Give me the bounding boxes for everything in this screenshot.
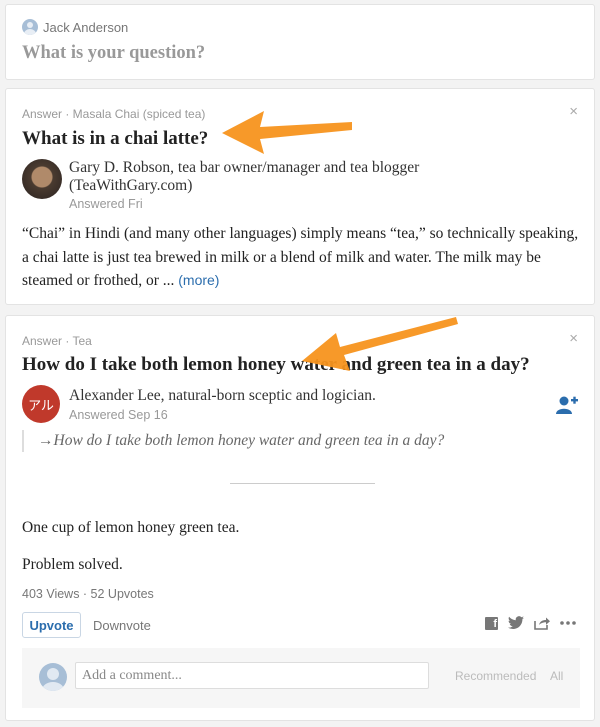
share-icon[interactable] (534, 616, 550, 630)
author-credential[interactable]: Gary D. Robson, tea bar owner/manager an… (69, 159, 489, 195)
user-avatar-icon (22, 19, 38, 35)
answer-paragraph: One cup of lemon honey green tea. (22, 519, 240, 536)
close-icon[interactable]: × (569, 330, 578, 347)
user-avatar-icon (39, 663, 67, 691)
author-avatar[interactable] (22, 159, 62, 199)
more-link[interactable]: (more) (178, 272, 219, 288)
comment-bar: Recommended All (22, 648, 580, 708)
answer-topic: Answer · Masala Chai (spiced tea) (22, 107, 206, 121)
asker-name: Jack Anderson (43, 19, 129, 35)
follow-user-icon[interactable] (556, 395, 578, 415)
question-input-prompt[interactable]: What is your question? (22, 43, 205, 64)
ask-question-box[interactable]: Jack Anderson What is your question? (5, 4, 595, 80)
comment-input[interactable] (75, 662, 429, 689)
sort-recommended[interactable]: Recommended (455, 669, 536, 683)
quoted-question[interactable]: →How do I take both lemon honey water an… (22, 430, 444, 452)
author-avatar[interactable]: アル (22, 385, 60, 423)
answered-date: Answered Fri (69, 197, 143, 211)
share-actions: f (485, 616, 576, 630)
facebook-icon[interactable]: f (485, 616, 498, 630)
answered-date: Answered Sep 16 (69, 408, 168, 422)
sort-all[interactable]: All (550, 669, 563, 683)
twitter-icon[interactable] (508, 616, 524, 630)
answer-card: Answer · Masala Chai (spiced tea) × What… (5, 88, 595, 305)
answer-topic: Answer · Tea (22, 334, 92, 348)
answer-paragraph: Problem solved. (22, 556, 123, 573)
question-title[interactable]: What is in a chai latte? (22, 128, 208, 150)
question-title[interactable]: How do I take both lemon honey water and… (22, 354, 530, 376)
more-options-icon[interactable] (560, 616, 576, 630)
answer-text: “Chai” in Hindi (and many other language… (22, 225, 579, 289)
close-icon[interactable]: × (569, 103, 578, 120)
upvote-button[interactable]: Upvote (22, 612, 81, 638)
answer-stats: 403 Views · 52 Upvotes (22, 587, 154, 601)
author-credential[interactable]: Alexander Lee, natural-born sceptic and … (69, 387, 489, 405)
answer-card: Answer · Tea × How do I take both lemon … (5, 315, 595, 721)
downvote-button[interactable]: Downvote (93, 618, 151, 633)
divider (230, 483, 375, 484)
asker: Jack Anderson (22, 19, 128, 35)
answer-body: “Chai” in Hindi (and many other language… (22, 222, 582, 293)
